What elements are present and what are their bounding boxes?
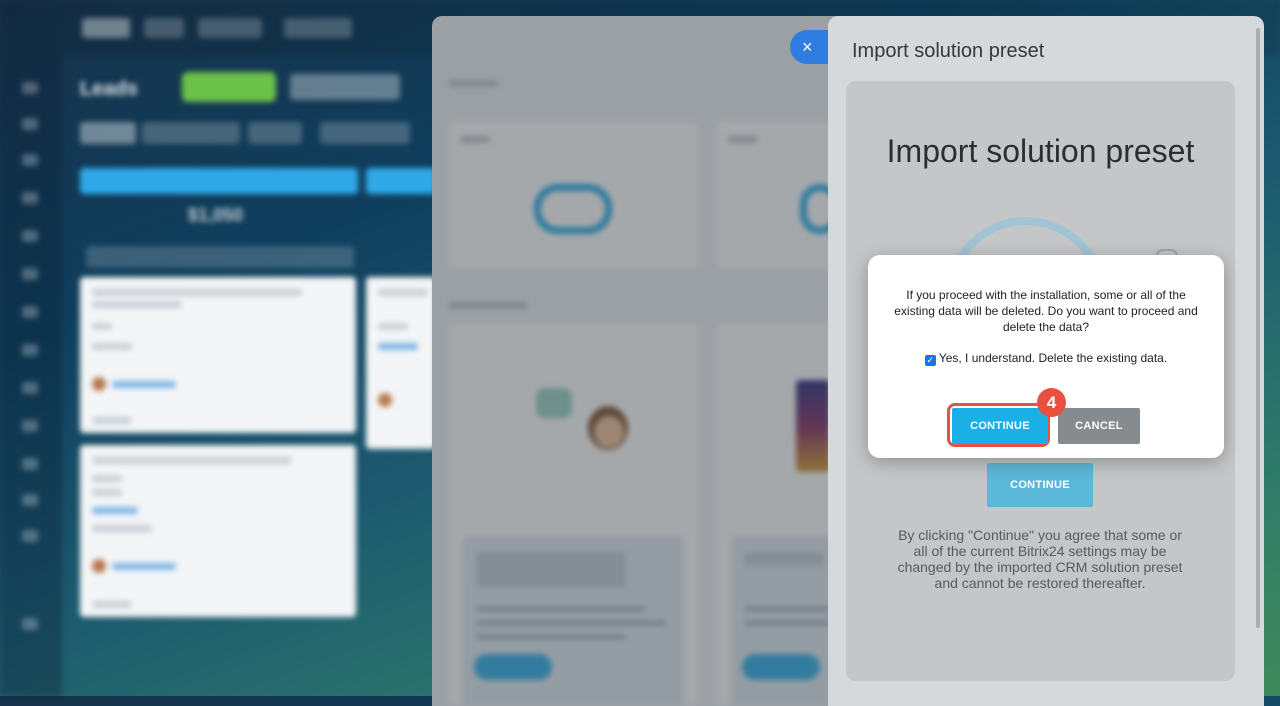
kanban-column-header <box>80 168 358 194</box>
top-tab <box>82 18 130 38</box>
scrollbar[interactable] <box>1256 28 1260 628</box>
delete-data-confirmation-dialog: If you proceed with the installation, so… <box>868 255 1224 458</box>
filter-chip <box>80 122 136 144</box>
nav-icon <box>22 118 38 130</box>
nav-icon <box>22 230 38 242</box>
kanban-card <box>80 277 356 433</box>
nav-icon <box>22 268 38 280</box>
top-tab <box>284 18 352 38</box>
nav-icon <box>22 530 38 542</box>
close-icon: × <box>802 37 813 57</box>
filter-search <box>290 74 400 100</box>
confirm-delete-label[interactable]: Yes, I understand. Delete the existing d… <box>939 351 1167 365</box>
nav-icon <box>22 494 38 506</box>
filter-chip <box>248 122 302 144</box>
step-number-badge: 4 <box>1037 388 1066 417</box>
kanban-column-header <box>366 168 436 194</box>
nav-icon <box>22 154 38 166</box>
confirm-delete-checkbox[interactable]: ✓ <box>924 355 936 366</box>
nav-icon <box>22 618 38 630</box>
import-card-title: Import solution preset <box>886 133 1195 169</box>
kanban-card <box>80 445 356 617</box>
nav-icon <box>22 382 38 394</box>
filter-chip <box>320 122 410 144</box>
crm-page-title: Leads <box>80 78 138 100</box>
cancel-button[interactable]: CANCEL <box>1058 408 1140 444</box>
left-nav-rail <box>0 0 62 696</box>
filter-chip <box>142 122 240 144</box>
continue-button-background[interactable]: CONTINUE <box>987 463 1093 507</box>
top-tab <box>198 18 262 38</box>
slider-title: Import solution preset <box>852 40 1045 62</box>
column-total: $1,050 <box>188 205 244 225</box>
dialog-message: If you proceed with the installation, so… <box>894 288 1198 334</box>
confirm-row: ✓ Yes, I understand. Delete the existing … <box>868 351 1224 366</box>
continue-button[interactable]: CONTINUE <box>952 408 1048 444</box>
create-button <box>182 72 276 102</box>
nav-icon <box>22 82 38 94</box>
quick-add-bar <box>86 246 354 268</box>
top-tab <box>144 18 184 38</box>
nav-icon <box>22 192 38 204</box>
nav-icon <box>22 344 38 356</box>
import-disclaimer: By clicking "Continue" you agree that so… <box>897 527 1183 591</box>
solution-presets-panel <box>432 16 866 706</box>
nav-icon <box>22 458 38 470</box>
nav-icon <box>22 420 38 432</box>
nav-icon <box>22 306 38 318</box>
kanban-card <box>366 277 436 449</box>
